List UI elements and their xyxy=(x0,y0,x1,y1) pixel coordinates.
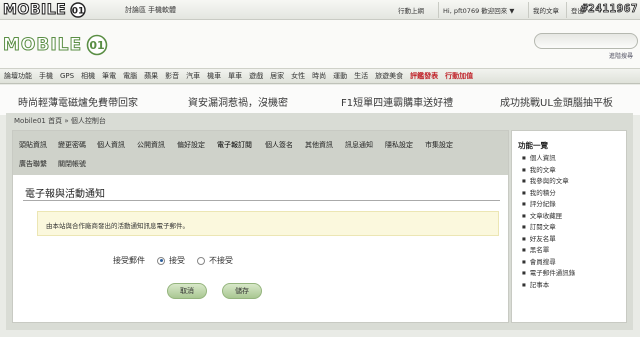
radio-decline[interactable] xyxy=(197,256,205,265)
nav-item[interactable]: 時尚 xyxy=(312,71,326,81)
watermark-id: #2411967 xyxy=(581,2,638,16)
title-divider xyxy=(23,200,500,201)
advanced-search-link[interactable]: 進階搜尋 xyxy=(609,51,633,60)
top-separator xyxy=(566,2,567,18)
email-preference-row: 接受郵件 接受 不接受 xyxy=(113,255,233,266)
sidebar-item[interactable]: 黑名單 xyxy=(522,244,575,256)
top-separator xyxy=(528,2,529,18)
nav-item[interactable]: 手機 xyxy=(39,71,53,81)
top-logo-text: MOBILE xyxy=(2,2,67,19)
site-header: MOBILE 01 進階搜尋 xyxy=(0,20,640,68)
promo-link[interactable]: F1短單四連霸購車送好禮 xyxy=(341,94,453,109)
svg-text:01: 01 xyxy=(72,7,85,17)
nav-item[interactable]: GPS xyxy=(60,72,74,80)
nav-item[interactable]: 單車 xyxy=(228,71,242,81)
nav-item-hot[interactable]: 行動加值 xyxy=(445,71,473,81)
tab-personal-info[interactable]: 個人資訊 xyxy=(97,140,125,150)
tab-avatar[interactable]: 頭貼資訊 xyxy=(19,140,47,150)
nav-item-hot[interactable]: 評鑑發表 xyxy=(410,71,438,81)
radio-accept[interactable] xyxy=(157,256,165,265)
sidebar-item[interactable]: 好友名單 xyxy=(522,233,575,245)
sidebar-item[interactable]: 評分紀錄 xyxy=(522,198,575,210)
tab-newsletter[interactable]: 電子報訂閱 xyxy=(217,140,252,150)
sidebar-item[interactable]: 個人資訊 xyxy=(522,152,575,164)
notice-box: 由本站與合作廠商發出的活動通知訊息電子郵件。 xyxy=(37,211,499,236)
top-separator xyxy=(438,2,439,18)
email-preference-label: 接受郵件 xyxy=(113,256,145,265)
sidebar-item[interactable]: 訂閱文章 xyxy=(522,221,575,233)
nav-item[interactable]: 遊戲 xyxy=(249,71,263,81)
top-tab-forum[interactable]: 討論區 xyxy=(125,5,146,15)
tab-signature[interactable]: 個人簽名 xyxy=(265,140,293,150)
nav-item[interactable]: 運動 xyxy=(333,71,347,81)
logo-01-icon: 01 xyxy=(86,34,108,56)
sidebar-item[interactable]: 我參與的文章 xyxy=(522,175,575,187)
tab-notifications[interactable]: 訊息通知 xyxy=(345,140,373,150)
nav-item[interactable]: 相機 xyxy=(81,71,95,81)
radio-decline-label[interactable]: 不接受 xyxy=(209,255,233,266)
sidebar-item[interactable]: 我的文章 xyxy=(522,164,575,176)
top-bar: MOBILE 01 討論區 手機軟體 行動上網 Hi, pft0769 歡迎回來… xyxy=(0,0,640,20)
svg-text:01: 01 xyxy=(89,39,104,52)
tab-other-info[interactable]: 其他資訊 xyxy=(305,140,333,150)
promo-link[interactable]: 成功挑戰UL金頭腦抽平板 xyxy=(500,94,613,109)
tab-market[interactable]: 市集設定 xyxy=(425,140,453,150)
nav-item[interactable]: 機車 xyxy=(207,71,221,81)
sidebar-item[interactable]: 會員搜尋 xyxy=(522,256,575,268)
logo-01-icon: 01 xyxy=(70,2,86,18)
sidebar-item[interactable]: 記事本 xyxy=(522,279,575,291)
nav-item[interactable]: 論壇功能 xyxy=(4,71,32,81)
nav-item[interactable]: 蘋果 xyxy=(144,71,158,81)
tab-public-info[interactable]: 公開資訊 xyxy=(137,140,165,150)
radio-accept-label[interactable]: 接受 xyxy=(169,255,185,266)
settings-panel: 頭貼資訊 變更密碼 個人資訊 公開資訊 偏好設定 電子報訂閱 個人簽名 其他資訊… xyxy=(12,130,509,323)
settings-tabs: 頭貼資訊 變更密碼 個人資訊 公開資訊 偏好設定 電子報訂閱 個人簽名 其他資訊… xyxy=(13,131,508,175)
nav-item[interactable]: 電腦 xyxy=(123,71,137,81)
nav-item[interactable]: 居家 xyxy=(270,71,284,81)
search-input[interactable] xyxy=(534,33,638,49)
promo-banner: 時尚輕薄電磁爐免費帶回家 資安漏洞惹禍，沒機密 F1短單四連霸購車送好禮 成功挑… xyxy=(0,85,640,115)
nav-item[interactable]: 汽車 xyxy=(186,71,200,81)
promo-link[interactable]: 資安漏洞惹禍，沒機密 xyxy=(188,94,288,109)
breadcrumb[interactable]: Mobile01 首頁 » 個人控制台 xyxy=(14,116,106,126)
main-nav: 論壇功能 手機 GPS 相機 筆電 電腦 蘋果 影音 汽車 機車 單車 遊戲 居家 女性 時尚 運動 生活 旅遊美… xyxy=(0,68,640,84)
notice-text: 由本站與合作廠商發出的活動通知訊息電子郵件。 xyxy=(46,222,189,230)
sidebar-title: 功能一覽 xyxy=(518,141,548,150)
save-button[interactable]: 儲存 xyxy=(222,283,262,299)
sidebar-item[interactable]: 我的積分 xyxy=(522,187,575,199)
main-logo-text: MOBILE xyxy=(2,35,83,56)
control-panel-frame: Mobile01 首頁 » 個人控制台 頭貼資訊 變更密碼 個人資訊 公開資訊 … xyxy=(6,113,633,330)
tab-ad-contact[interactable]: 廣告聯繫 xyxy=(19,159,47,169)
page-title: 電子報與活動通知 xyxy=(25,189,105,200)
nav-item[interactable]: 生活 xyxy=(354,71,368,81)
top-tab-software[interactable]: 手機軟體 xyxy=(148,5,176,15)
top-logo[interactable]: MOBILE 01 xyxy=(2,2,89,19)
sidebar: 功能一覽 個人資訊我的文章我參與的文章我的積分評分紀錄文章收藏匣訂閱文章好友名單… xyxy=(511,130,627,323)
promo-link[interactable]: 時尚輕薄電磁爐免費帶回家 xyxy=(18,94,138,109)
tab-close-account[interactable]: 關閉帳號 xyxy=(58,159,86,169)
cancel-button[interactable]: 取消 xyxy=(167,283,207,299)
nav-item[interactable]: 筆電 xyxy=(102,71,116,81)
nav-item[interactable]: 女性 xyxy=(291,71,305,81)
top-user-menu[interactable]: Hi, pft0769 歡迎回來 ▼ xyxy=(443,5,514,15)
top-link-mobile-web[interactable]: 行動上網 xyxy=(398,5,424,15)
sidebar-item[interactable]: 電子郵件通訊錄 xyxy=(522,267,576,279)
top-link-my-posts[interactable]: 我的文章 xyxy=(533,5,559,15)
main-logo[interactable]: MOBILE 01 xyxy=(2,34,110,56)
nav-item[interactable]: 影音 xyxy=(165,71,179,81)
sidebar-item[interactable]: 文章收藏匣 xyxy=(522,210,575,222)
tab-change-password[interactable]: 變更密碼 xyxy=(58,140,86,150)
sidebar-list: 個人資訊我的文章我參與的文章我的積分評分紀錄文章收藏匣訂閱文章好友名單黑名單會員… xyxy=(522,152,576,291)
nav-item[interactable]: 旅遊美食 xyxy=(375,71,403,81)
tab-preferences[interactable]: 偏好設定 xyxy=(177,140,205,150)
tab-privacy[interactable]: 隱私設定 xyxy=(385,140,413,150)
